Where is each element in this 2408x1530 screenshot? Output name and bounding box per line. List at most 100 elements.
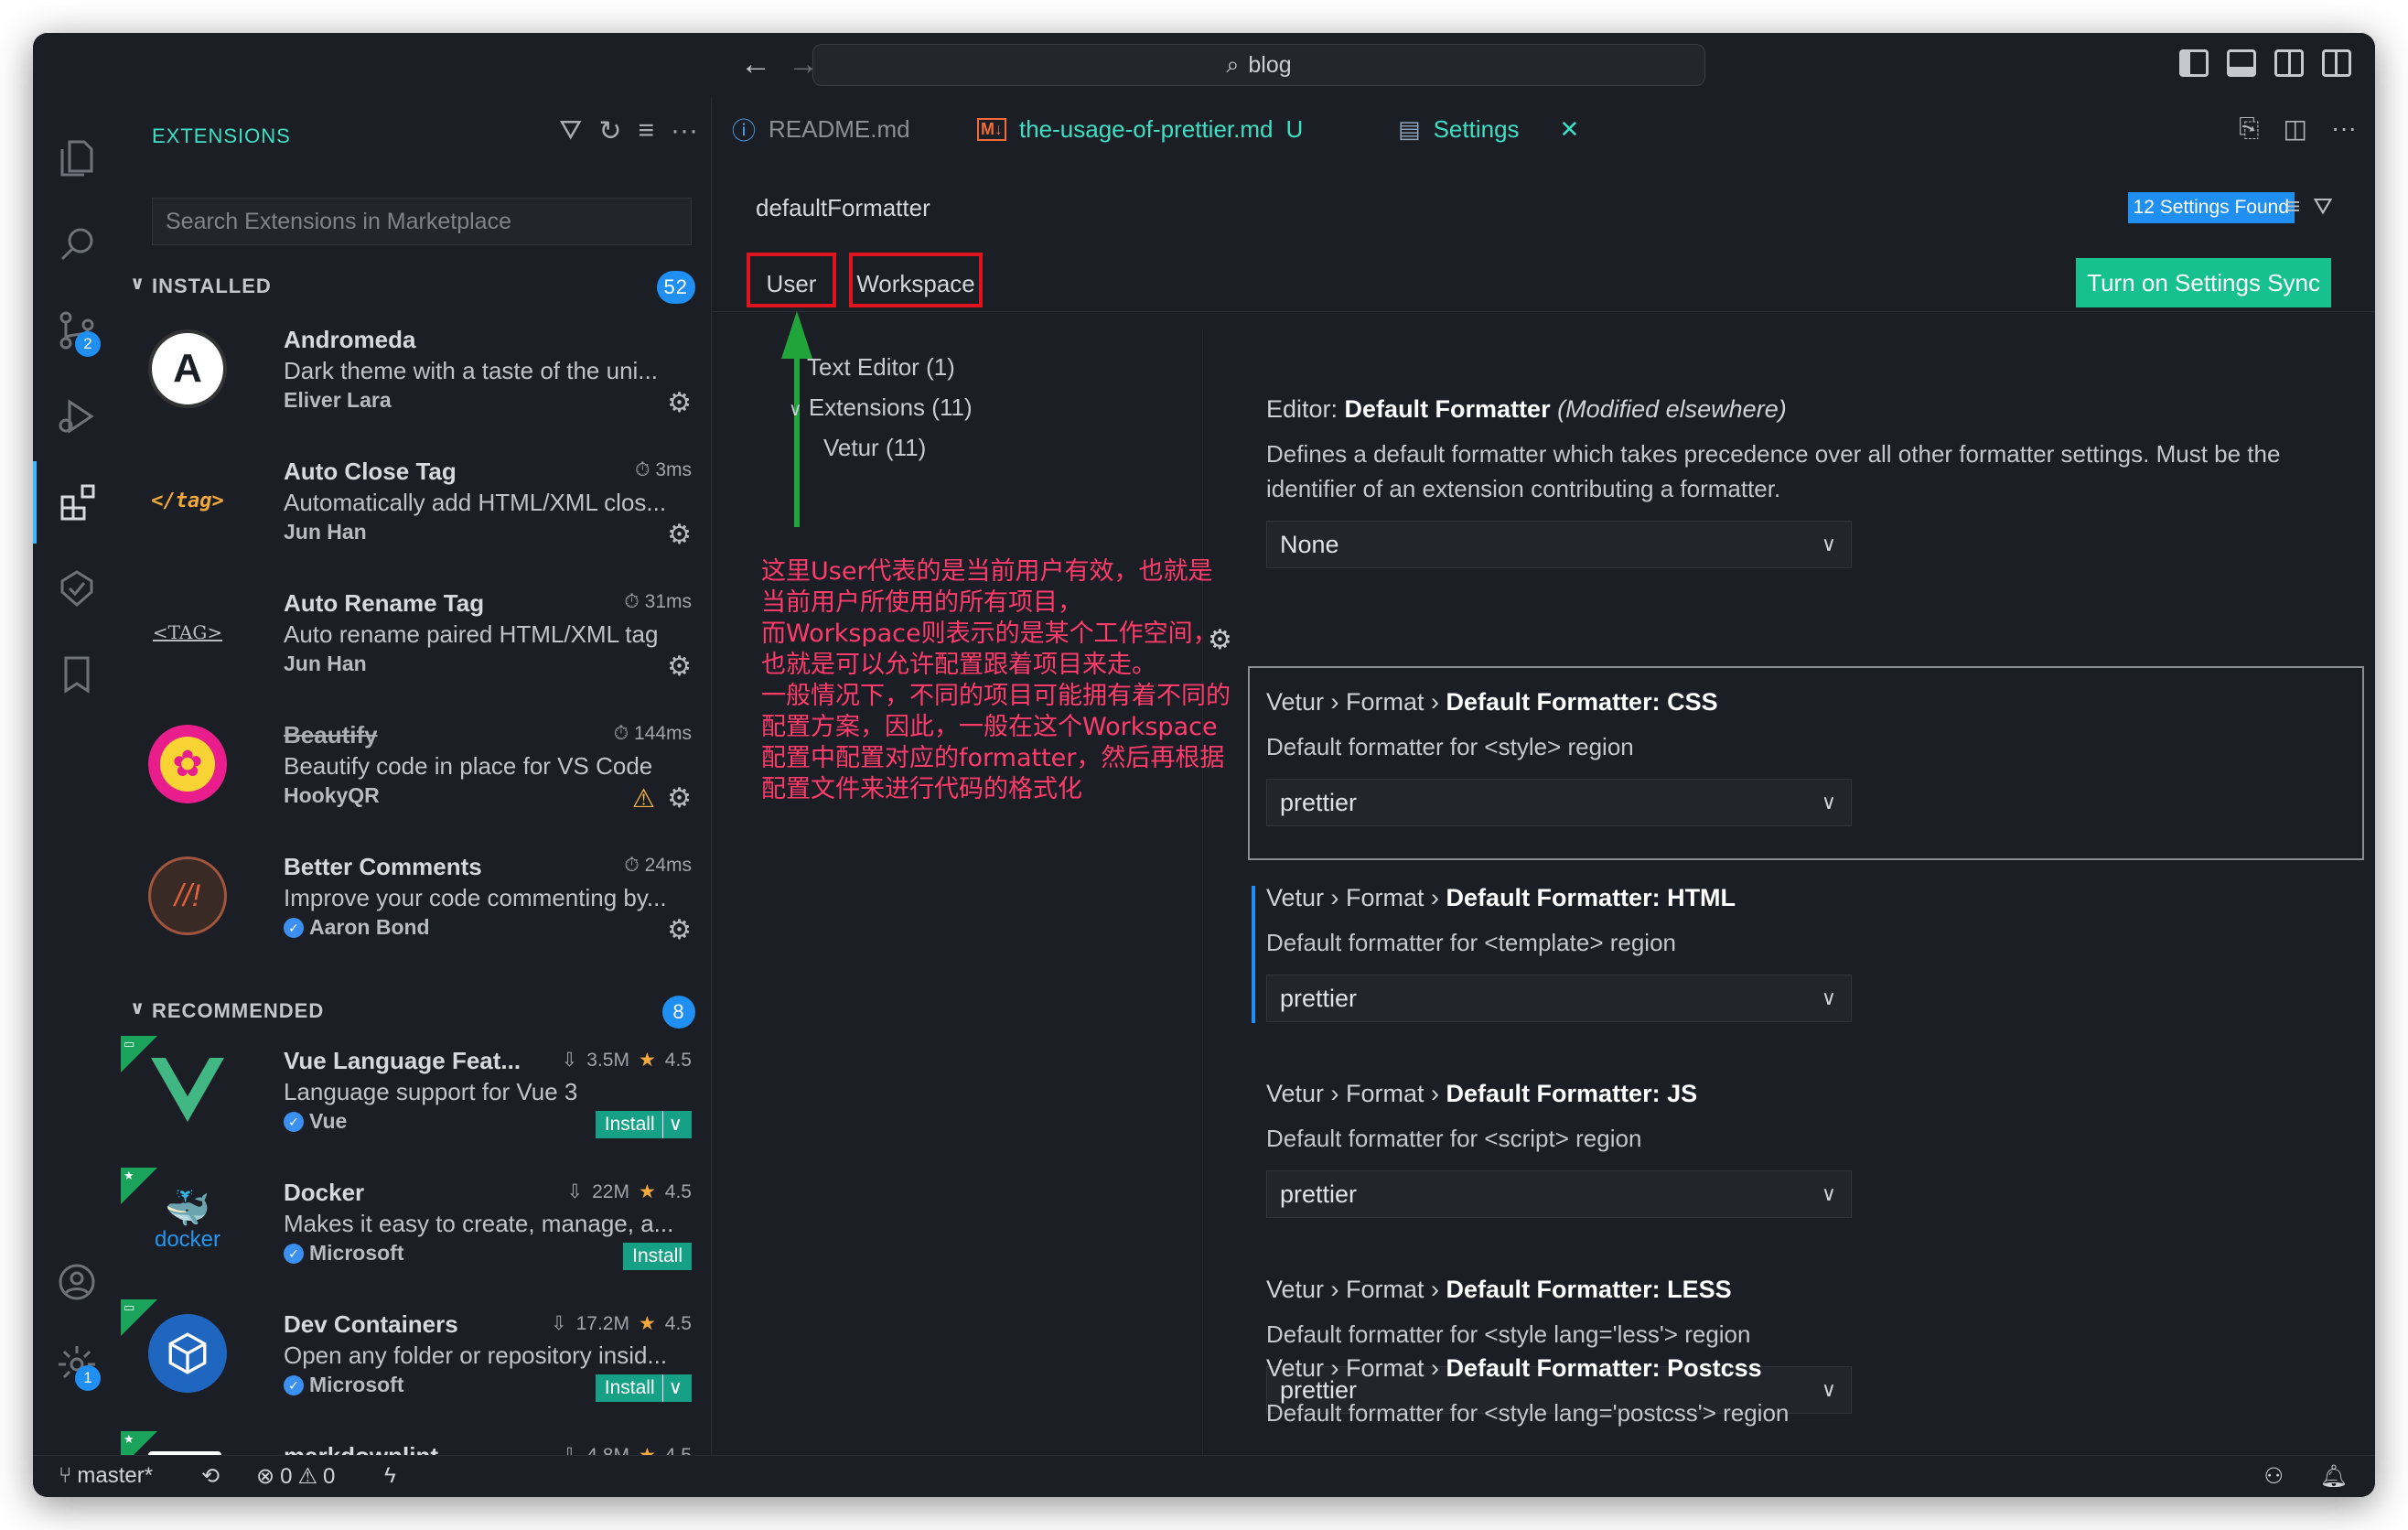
toggle-secondary-sidebar-icon[interactable]: [2274, 49, 2304, 77]
setting-vetur-format-css: Vetur › Format › Default Formatter: CSS …: [1266, 688, 2346, 826]
bell-icon[interactable]: 🔔︎: [2320, 1463, 2348, 1490]
tab-untracked-indicator: U: [1285, 114, 1304, 143]
more-actions-icon[interactable]: ···: [2331, 113, 2357, 144]
arrow-left-icon[interactable]: ←: [737, 46, 774, 82]
extension-item-docker[interactable]: ★ 🐳 docker Docker ⇩ 22M ★ 4.5 Makes it e…: [121, 1168, 711, 1299]
dev-containers-logo-icon: [148, 1314, 227, 1393]
setting-modified-note[interactable]: (Modified elsewhere): [1557, 395, 1787, 423]
extension-publisher: Jun Han: [284, 520, 367, 544]
download-count: 22M: [592, 1180, 629, 1202]
toggle-primary-sidebar-icon[interactable]: [2179, 49, 2209, 77]
tab-settings[interactable]: ▤ Settings ✕: [1398, 97, 1580, 161]
sidebar-actions: ⛛ ↻ ≡ ···: [559, 115, 698, 147]
filter-icon[interactable]: ⛛: [559, 115, 582, 147]
gear-icon[interactable]: ⚙: [667, 522, 692, 549]
branch-name: master*: [77, 1463, 154, 1488]
clear-icon[interactable]: ≡: [639, 115, 655, 147]
setting-select[interactable]: prettier ∨: [1266, 1170, 1852, 1218]
tab-the-usage-of-prettier[interactable]: M↓ the-usage-of-prettier.md U: [977, 97, 1303, 161]
install-button[interactable]: Install ∨: [595, 1374, 692, 1402]
setting-select[interactable]: prettier ∨: [1266, 779, 1852, 826]
toc-count: (1): [926, 353, 955, 381]
more-actions-icon[interactable]: ···: [671, 115, 698, 147]
manage-gear-icon[interactable]: 1: [33, 1323, 121, 1406]
problems-indicator[interactable]: ⊗ 0 ⚠ 0: [256, 1463, 335, 1490]
toc-count: (11): [931, 393, 973, 421]
run-debug-icon[interactable]: [33, 375, 121, 458]
gear-icon[interactable]: ⚙: [667, 390, 692, 417]
status-bar: ⑂ master* ⟲ ⊗ 0 ⚠ 0 ϟ ⚇ 🔔︎: [33, 1455, 2375, 1497]
installed-count-badge: 52: [656, 271, 695, 304]
gear-icon[interactable]: ⚙: [667, 917, 692, 944]
error-icon: ⊗: [256, 1464, 275, 1489]
account-icon[interactable]: [33, 1241, 121, 1323]
source-control-icon[interactable]: 2: [33, 289, 121, 372]
setting-name: Default Formatter: Postcss: [1446, 1354, 1762, 1382]
command-center-search[interactable]: ⌕ blog: [812, 44, 1705, 86]
extension-publisher: HookyQR: [284, 783, 380, 808]
setting-gear-icon[interactable]: ⚙: [1208, 624, 1232, 656]
whale-icon: 🐳: [165, 1189, 210, 1229]
toggle-panel-icon[interactable]: [2227, 49, 2256, 77]
extension-item-auto-rename-tag[interactable]: <TAG> Auto Rename Tag ⏱ 31ms Auto rename…: [121, 578, 711, 710]
settings-search-actions: ≡ ⛛: [2286, 192, 2333, 221]
install-button[interactable]: Install: [623, 1243, 692, 1270]
search-icon[interactable]: [33, 203, 121, 286]
explorer-icon[interactable]: [33, 117, 121, 199]
bookmark-icon[interactable]: [33, 633, 121, 716]
extension-publisher: Jun Han: [284, 652, 367, 676]
extensions-search-input[interactable]: Search Extensions in Marketplace: [152, 198, 692, 245]
setting-title: Vetur › Format › Default Formatter: HTML: [1266, 884, 2346, 912]
lightning-icon[interactable]: ϟ: [384, 1463, 396, 1489]
setting-select-value: None: [1280, 531, 1339, 558]
setting-editor-default-formatter: Editor: Default Formatter (Modified else…: [1266, 395, 2346, 568]
chevron-down-icon[interactable]: ∨: [661, 1111, 683, 1138]
extension-item-markdownlint[interactable]: ★ M↓ markdownlint ⇩ 4.8M ★ 4.5: [121, 1431, 711, 1455]
close-icon[interactable]: ✕: [1560, 115, 1580, 144]
warning-icon[interactable]: ⚠: [632, 785, 655, 813]
clear-filter-icon[interactable]: ≡: [2286, 192, 2300, 221]
extension-item-andromeda[interactable]: A Andromeda Dark theme with a taste of t…: [121, 315, 711, 447]
extensions-icon[interactable]: [33, 461, 121, 544]
recommended-section-header[interactable]: ∨ RECOMMENDED 8: [121, 994, 711, 1030]
sync-icon[interactable]: ⟲: [201, 1463, 220, 1490]
install-label: Install: [604, 1114, 655, 1135]
customize-layout-icon[interactable]: [2322, 49, 2351, 77]
install-button[interactable]: Install ∨: [595, 1111, 692, 1138]
turn-on-settings-sync-button[interactable]: Turn on Settings Sync: [2076, 258, 2331, 307]
star-icon: ★: [124, 1432, 134, 1446]
extension-item-dev-containers[interactable]: ▭ Dev Containers ⇩ 17.2M ★ 4.5 Open any …: [121, 1299, 711, 1431]
annotation-arrow-head: [781, 311, 812, 359]
scope-tab-user[interactable]: User: [747, 253, 836, 307]
toc-item-vetur[interactable]: Vetur (11): [823, 434, 926, 462]
extension-item-vue[interactable]: ▭ Vue Language Feat... ⇩ 3.5M ★ 4.5 Lang…: [121, 1036, 711, 1168]
extension-item-better-comments[interactable]: //! Better Comments ⏱ 24ms Improve your …: [121, 842, 711, 974]
auto-close-tag-logo-text: </tag>: [151, 489, 224, 512]
open-settings-json-icon[interactable]: ⎘: [2239, 113, 2259, 144]
chevron-down-icon[interactable]: ∨: [661, 1374, 683, 1402]
testing-icon[interactable]: [33, 547, 121, 630]
scope-tab-workspace[interactable]: Workspace: [849, 253, 983, 307]
toc-item-extensions[interactable]: ∨ Extensions (11): [789, 393, 973, 422]
extension-item-auto-close-tag[interactable]: </tag> Auto Close Tag ⏱ 3ms Automaticall…: [121, 447, 711, 578]
warning-icon: ⚠: [297, 1464, 317, 1489]
extension-item-beautify[interactable]: ✿ Beautify ⏱ 144ms Beautify code in plac…: [121, 710, 711, 842]
filter-icon[interactable]: ⛛: [2313, 192, 2333, 221]
refresh-icon[interactable]: ↻: [598, 115, 621, 147]
extension-name: Auto Rename Tag: [284, 589, 485, 617]
setting-select[interactable]: None ∨: [1266, 521, 1852, 568]
extension-description: Auto rename paired HTML/XML tag: [284, 620, 659, 648]
tab-readme[interactable]: ⓘ README.md: [732, 97, 910, 161]
branch-indicator[interactable]: ⑂ master*: [59, 1463, 153, 1489]
feedback-icon[interactable]: ⚇: [2263, 1463, 2284, 1490]
publisher-name: HookyQR: [284, 783, 380, 807]
gear-icon[interactable]: ⚙: [667, 785, 692, 813]
toc-item-text-editor[interactable]: Text Editor (1): [807, 353, 955, 382]
verified-publisher-icon: ✓: [284, 1243, 304, 1264]
workspace-recommendation-icon: ▭: [124, 1300, 135, 1314]
gear-icon[interactable]: ⚙: [667, 653, 692, 681]
split-editor-icon[interactable]: ◫: [2284, 113, 2307, 144]
settings-search-input[interactable]: defaultFormatter: [756, 185, 2329, 231]
setting-select[interactable]: prettier ∨: [1266, 975, 1852, 1022]
installed-section-header[interactable]: ∨ INSTALLED 52: [121, 269, 711, 306]
